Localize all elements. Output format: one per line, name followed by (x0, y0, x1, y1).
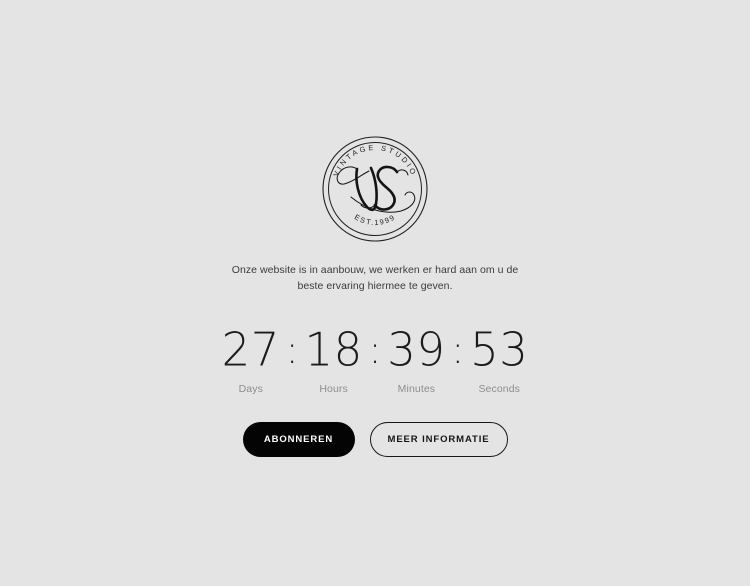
vintage-studio-logo-icon: VINTAGE STUDIO EST.1999 (322, 136, 428, 242)
subscribe-button[interactable]: ABONNEREN (242, 421, 355, 457)
more-info-button[interactable]: MEER INFORMATIE (369, 421, 508, 457)
countdown-label-days: Days (238, 382, 263, 395)
logo-monogram-vs (336, 165, 416, 213)
countdown-separator: : (451, 327, 465, 372)
logo-container: VINTAGE STUDIO EST.1999 (313, 131, 437, 247)
logo-arc-top-text: VINTAGE STUDIO (331, 143, 419, 178)
countdown-unit-days: 27 Days (217, 321, 285, 395)
logo-arc-bottom-text: EST.1999 (353, 212, 397, 227)
countdown-value-hours: 18 (304, 321, 363, 377)
countdown-unit-minutes: 39 Minutes (382, 321, 450, 395)
countdown-label-hours: Hours (319, 382, 348, 395)
countdown-separator: : (285, 327, 299, 372)
coming-soon-page: VINTAGE STUDIO EST.1999 Onze website is … (0, 0, 750, 586)
intro-paragraph: Onze website is in aanbouw, we werken er… (231, 264, 519, 292)
countdown-timer: 27 Days : 18 Hours : 39 Minutes : 53 Sec… (217, 321, 533, 395)
cta-button-group: ABONNEREN MEER INFORMATIE (242, 421, 508, 457)
countdown-value-minutes: 39 (387, 321, 446, 377)
countdown-unit-hours: 18 Hours (300, 321, 368, 395)
countdown-separator: : (368, 327, 382, 372)
countdown-value-days: 27 (221, 321, 280, 377)
countdown-unit-seconds: 53 Seconds (465, 321, 533, 395)
countdown-value-seconds: 53 (470, 321, 529, 377)
countdown-label-seconds: Seconds (478, 382, 520, 395)
countdown-label-minutes: Minutes (397, 382, 436, 395)
